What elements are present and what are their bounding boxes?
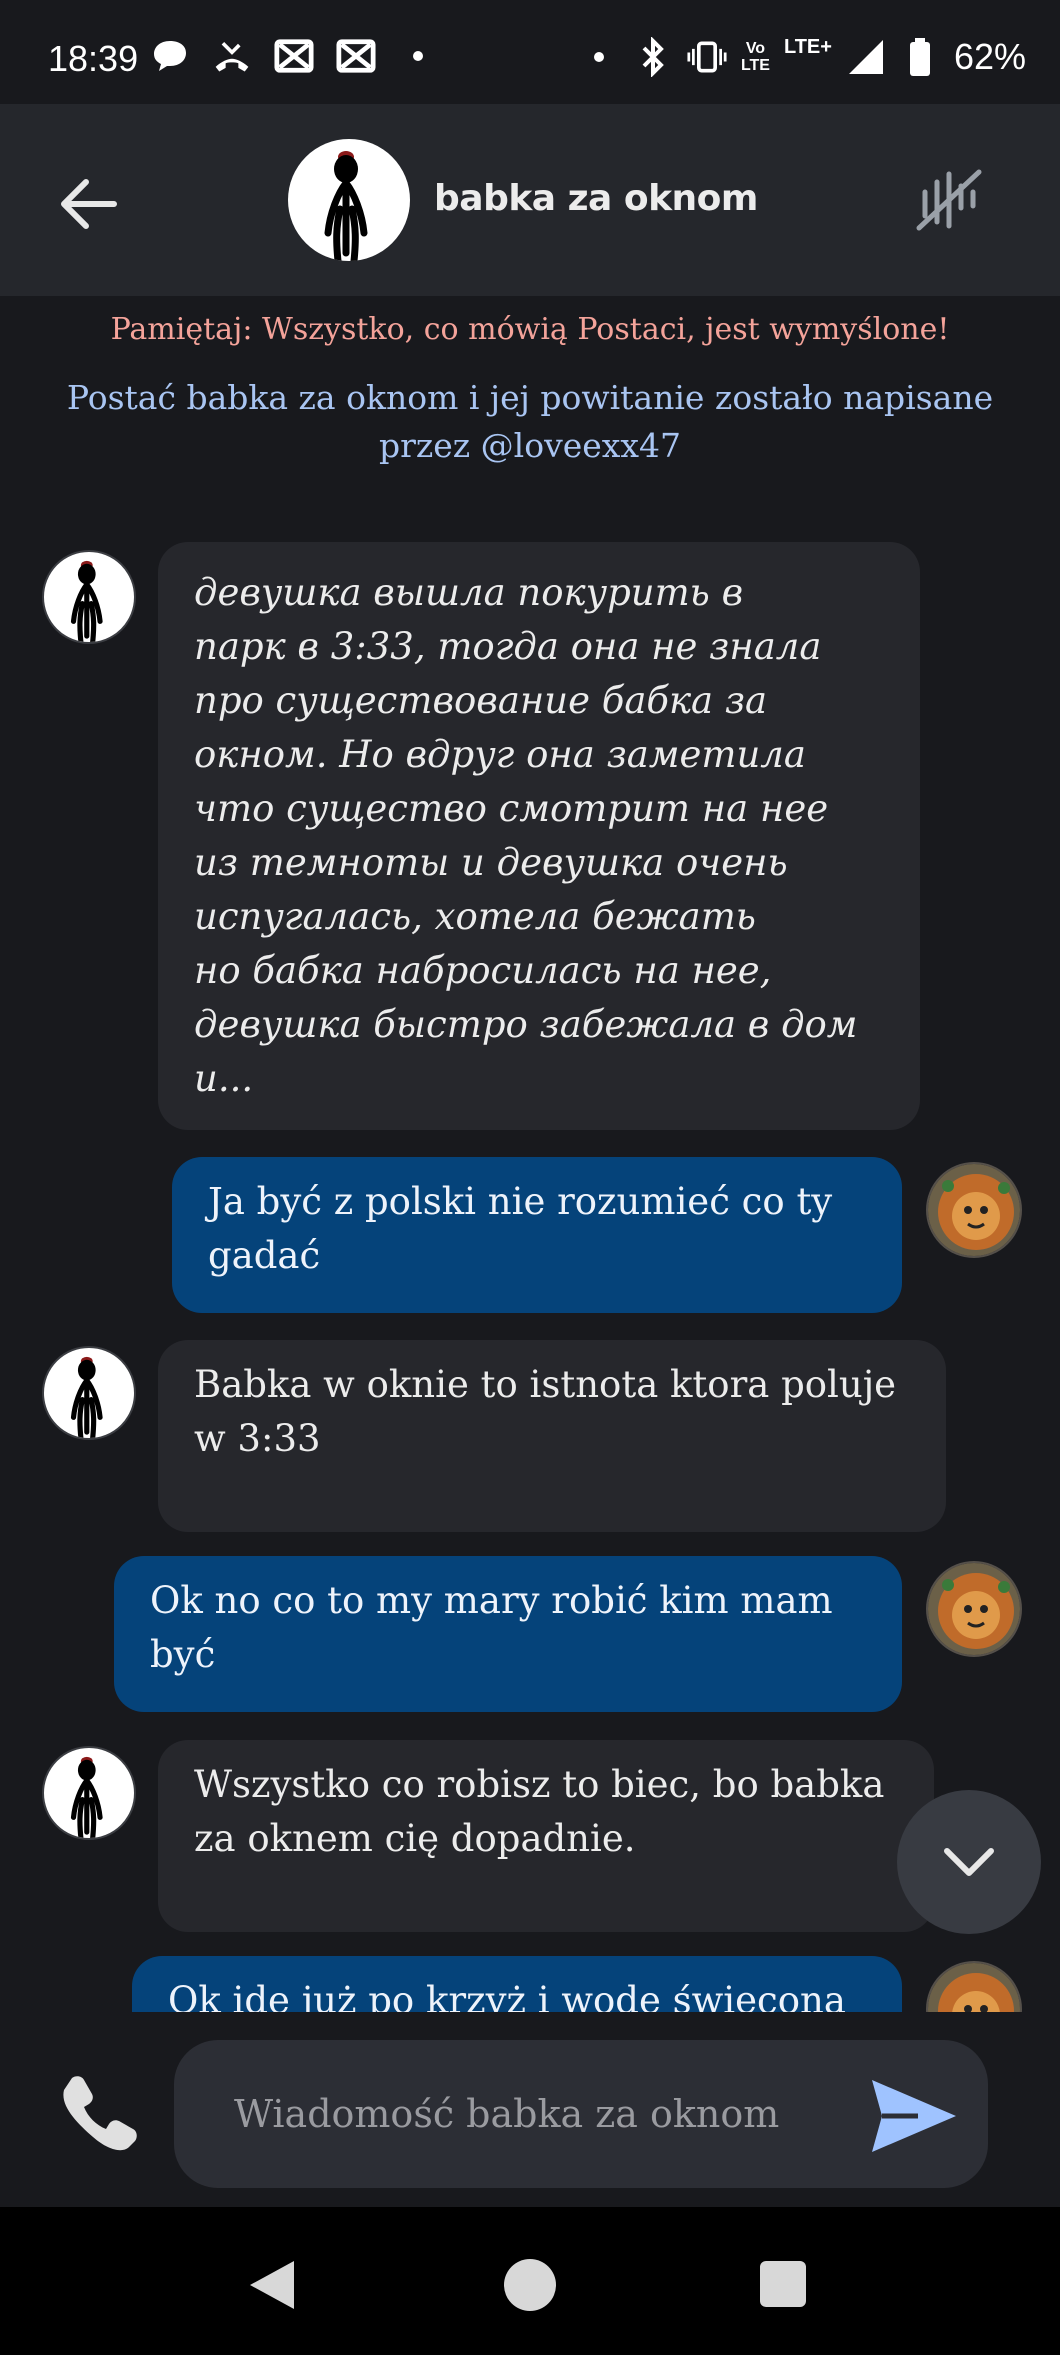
missed-call-icon [212,36,252,76]
message-input[interactable]: Wiadomość babka za oknom [174,2040,988,2188]
message-bubble[interactable]: Wszystko co robisz to biec, bo babka za … [158,1740,934,1932]
back-button[interactable] [58,176,118,232]
chevron-down-icon [944,1848,994,1876]
app-notification-icon-2 [336,36,376,76]
network-type: LTE+ [783,35,832,58]
nav-recents-button[interactable] [760,2261,806,2307]
creature-figure-icon [70,560,103,642]
message-line: но бабка набросилась на нее, [194,949,772,992]
status-time: 18:39 [48,38,139,79]
creature-figure-icon [70,1756,103,1838]
creature-figure-icon [324,151,368,261]
author-notice[interactable]: Postać babka za oknom i jej powitanie zo… [40,374,1020,470]
scroll-to-bottom-button[interactable] [897,1790,1041,1934]
mute-button[interactable] [915,168,983,232]
message-line: что существо смотрит на нее [194,787,829,830]
bot-avatar[interactable] [42,1746,136,1840]
message-line: из темноты и девушка очень [194,841,788,884]
message-line: и... [194,1057,254,1100]
triangle-back-icon [250,2261,294,2309]
user-avatar-image [928,1164,1020,1256]
notification-icons [150,36,438,76]
author-notice-line: Postać babka za oknom i jej powitanie zo… [66,378,994,417]
chat-header: babka za oknom [0,104,1060,296]
fiction-disclaimer: Pamiętaj: Wszystko, co mówią Postaci, je… [110,312,950,347]
vibrate-icon [687,37,727,77]
message-line: девушка быстро забежала в дом [194,1003,858,1046]
nav-home-button[interactable] [504,2259,556,2311]
message-line: w 3:33 [194,1417,321,1460]
message-line: za oknem cię dopadnie. [194,1817,636,1860]
message-line: окном. Но вдруг она заметила [194,733,806,776]
user-avatar[interactable] [926,1162,1022,1258]
send-button[interactable] [868,2074,960,2158]
arrow-left-icon [61,179,117,229]
message-bubble[interactable]: девушка вышла покурить в парк в 3:33, то… [158,542,920,1130]
user-avatar[interactable] [926,1961,1022,2012]
creature-figure-icon [70,1356,103,1438]
battery-percent: 62% [953,36,1026,77]
chat-notification-icon [150,36,190,76]
message-line: Wszystko co robisz to biec, bo babka [194,1763,885,1806]
message-bubble[interactable]: Ok no co to my mary robić kim mam być [114,1556,902,1712]
composer: Wiadomość babka za oknom [0,2012,1060,2207]
bot-avatar[interactable] [42,1346,136,1440]
character-name[interactable]: babka za oknom [434,178,758,219]
dot-icon [579,37,619,77]
battery-icon [900,37,940,77]
message-line: Ja być z polski nie rozumieć co ty [208,1180,833,1223]
message-line: парк в 3:33, тогда она не знала [194,625,822,668]
message-line: gadać [208,1234,321,1277]
message-line: испугалась, хотела бежать [194,895,756,938]
system-icons: Vo LTE LTE+ 62% [579,36,1026,78]
character-avatar[interactable] [288,139,410,261]
author-notice-line: przez @loveexx47 [378,426,682,465]
bot-avatar[interactable] [42,550,136,644]
message-line: Babka w oknie to istnota ktora poluje [194,1363,897,1406]
message-line: Ok ide już po krzyż i wode święcona [168,1979,846,2012]
call-button[interactable] [58,2072,140,2152]
user-avatar[interactable] [926,1561,1022,1657]
chat-messages[interactable]: девушка вышла покурить в парк в 3:33, то… [0,500,1060,2012]
user-avatar-image [928,1963,1020,2012]
more-notifications-dot-icon [398,36,438,76]
message-line: девушка вышла покурить в [194,571,744,614]
message-line: być [150,1633,216,1676]
user-avatar-image [928,1563,1020,1655]
message-bubble[interactable]: Ja być z polski nie rozumieć co ty gadać [172,1157,902,1313]
phone-icon [63,2076,137,2151]
message-bubble[interactable]: Babka w oknie to istnota ktora poluje w … [158,1340,946,1532]
signal-icon [846,37,886,77]
send-icon [872,2080,956,2152]
app-notification-icon [274,36,314,76]
volte-indicator: Vo LTE [740,40,770,74]
message-line: Ok no co to my mary robić kim mam [150,1579,833,1622]
status-bar: 18:39 Vo LTE LTE+ 62% [0,0,1060,104]
nav-back-button[interactable] [244,2257,300,2317]
message-line: про существование бабка за [194,679,768,722]
volume-mute-icon [916,169,982,231]
message-bubble[interactable]: Ok ide już po krzyż i wode święcona [132,1956,902,2012]
system-navigation-bar [0,2207,1060,2355]
bluetooth-icon [633,37,673,77]
